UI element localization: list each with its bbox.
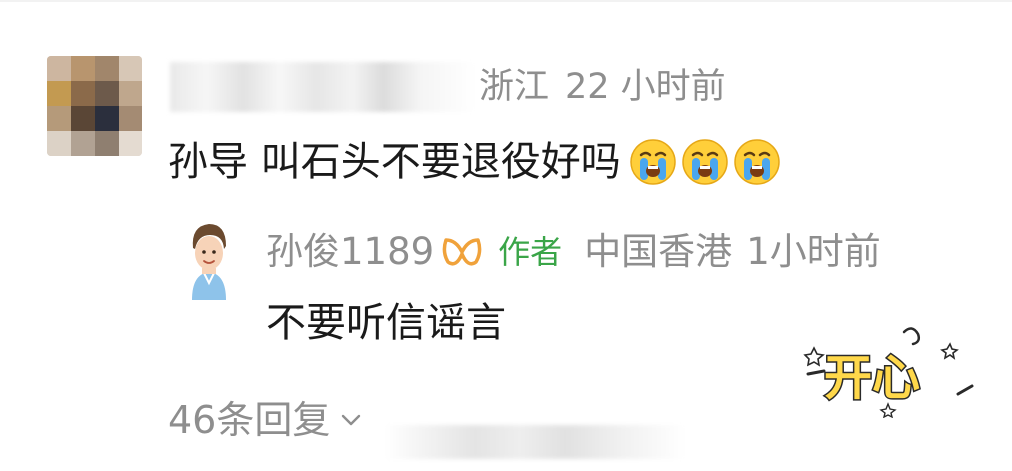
watermark-blurred <box>385 425 685 459</box>
happy-sticker: 开心 <box>803 327 974 418</box>
commenter-name-blurred[interactable] <box>170 62 475 112</box>
comment-meta: 浙江 22 小时前 <box>479 63 726 111</box>
commenter-avatar[interactable] <box>47 56 142 156</box>
avatar-mosaic-tile <box>71 131 95 156</box>
avatar-mosaic-tile <box>71 81 95 106</box>
author-tag: 作者 <box>498 233 563 271</box>
comment-time: 22 小时前 <box>565 67 726 107</box>
top-divider <box>0 0 1012 2</box>
reply-avatar[interactable] <box>180 220 238 300</box>
reply-time: 1小时前 <box>746 230 881 273</box>
reply-text[interactable]: 不要听信谣言 <box>266 294 506 352</box>
comment-location: 浙江 <box>479 67 550 107</box>
avatar-mosaic-tile <box>95 81 119 106</box>
avatar-mosaic-tile <box>119 131 142 156</box>
replies-count-label: 46条回复 <box>168 398 331 442</box>
chevron-down-icon <box>342 414 361 426</box>
crying-face-icon <box>733 139 780 185</box>
crying-face-icon <box>681 139 728 185</box>
comment-text: 孙导 叫石头不要退役好吗 <box>168 139 621 185</box>
verified-badge-icon <box>442 238 482 266</box>
avatar-mosaic-tile <box>71 56 95 81</box>
avatar-mosaic-tile <box>119 56 142 81</box>
avatar-mosaic-tile <box>95 131 119 156</box>
crying-face-icon <box>629 139 676 185</box>
avatar-mosaic-tile <box>47 81 71 106</box>
sticker-text: 开心 <box>824 350 920 406</box>
reply-meta: 孙俊1189 作者 中国香港 1小时前 <box>266 225 881 279</box>
reply-location: 中国香港 <box>584 230 733 273</box>
avatar-mosaic-tile <box>47 56 71 81</box>
avatar-mosaic-tile <box>47 131 71 156</box>
avatar-mosaic-tile <box>47 106 71 131</box>
avatar-mosaic-tile <box>119 106 142 131</box>
reply-username[interactable]: 孙俊1189 <box>266 225 434 279</box>
comment-body[interactable]: 孙导 叫石头不要退役好吗 <box>168 132 781 192</box>
view-replies-button[interactable]: 46条回复 <box>168 392 362 448</box>
avatar-mosaic-tile <box>71 106 95 131</box>
avatar-mosaic-tile <box>119 81 142 106</box>
avatar-mosaic-tile <box>95 56 119 81</box>
avatar-mosaic-tile <box>95 106 119 131</box>
